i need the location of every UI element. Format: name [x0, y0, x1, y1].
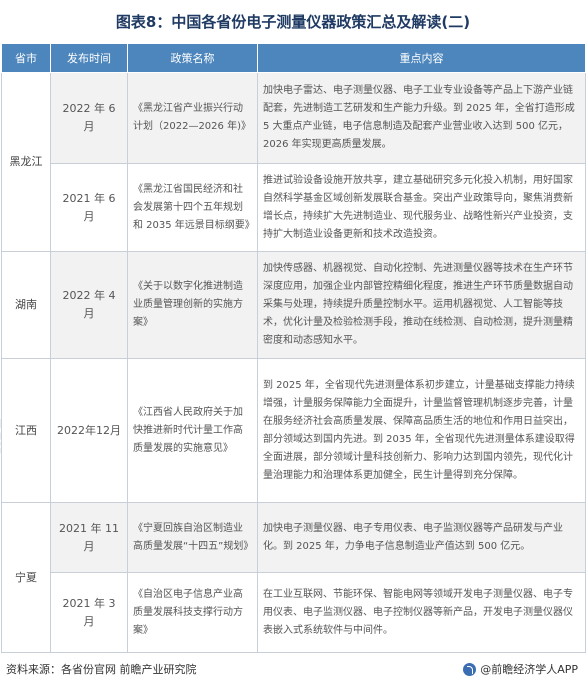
table-row: 黑龙江 2022 年 6 月 《黑龙江省产业振兴行动计划（2022—2026 年… [1, 72, 586, 252]
qianzhan-logo-icon [463, 662, 477, 676]
policy-name-cell: 《黑龙江省产业振兴行动计划（2022—2026 年)》 [127, 72, 258, 164]
brand-credit: @前瞻经济学人APP [463, 661, 578, 677]
header-policy-name: 政策名称 [127, 43, 258, 73]
table-row: 2021 年 3 月 《自治区电子信息产业高质量发展科技支撑行动方案》 在工业互… [2, 572, 586, 653]
content-cell: 到 2025 年，全省现代先进测量体系初步建立，计量基础支撑能力持续增强，计量服… [257, 358, 586, 503]
table-row: 宁夏 2021 年 11 月 《宁夏回族自治区制造业高质量发展“十四五”规划》 … [1, 502, 586, 653]
policy-name-cell: 《关于以数字化推进制造业质量管理创新的实施方案》 [127, 251, 258, 359]
province-cell: 宁夏 [1, 502, 51, 653]
province-cell: 江西 [1, 358, 51, 503]
source-note: 资料来源：各省份官网 前瞻产业研究院 [6, 663, 197, 676]
policy-name-cell: 《江西省人民政府关于加快推进新时代计量工作高质量发展的实施意见》 [127, 358, 258, 503]
chart-title: 图表8：中国各省份电子测量仪器政策汇总及解读(二) [115, 12, 471, 31]
date-cell: 2021 年 6 月 [50, 163, 128, 252]
header-date: 发布时间 [50, 43, 128, 73]
content-cell: 加快电子测量仪器、电子专用仪表、电子监测仪器等产品研发与产业化。到 2025 年… [257, 502, 586, 573]
brand-label: @前瞻经济学人APP [480, 663, 578, 676]
header-province: 省市 [1, 43, 51, 73]
table-row: 2021 年 6 月 《黑龙江省国民经济和社会发展第十四个五年规划和 2035 … [2, 163, 586, 252]
date-cell: 2021 年 3 月 [50, 572, 128, 653]
policy-name-cell: 《自治区电子信息产业高质量发展科技支撑行动方案》 [127, 572, 258, 653]
content-cell: 加快传感器、机器视觉、自动化控制、先进测量仪器等技术在生产环节深度应用，加强企业… [257, 251, 586, 359]
date-cell: 2022 年 4 月 [50, 251, 128, 359]
policy-name-cell: 《宁夏回族自治区制造业高质量发展“十四五”规划》 [127, 502, 258, 573]
policy-table: 省市 发布时间 政策名称 重点内容 黑龙江 2022 年 6 月 《黑龙江省产业… [1, 43, 586, 653]
table-row: 湖南 2022 年 4 月 《关于以数字化推进制造业质量管理创新的实施方案》 加… [1, 251, 586, 359]
content-cell: 加快电子雷达、电子测量仪器、电子工业专业设备等产品上下游产业链配套，先进制造工艺… [257, 72, 586, 164]
date-cell: 2021 年 11 月 [50, 502, 128, 573]
content-cell: 推进试验设备设施开放共享，建立基础研究多元化投入机制，用好国家自然科学基金区域创… [257, 163, 586, 252]
table-row: 江西 2022年12月 《江西省人民政府关于加快推进新时代计量工作高质量发展的实… [1, 358, 586, 503]
policy-name-cell: 《黑龙江省国民经济和社会发展第十四个五年规划和 2035 年远景目标纲要》 [127, 163, 258, 252]
content-cell: 在工业互联网、节能环保、智能电网等领域开发电子测量仪器、电子专用仪表、电子监测仪… [257, 572, 586, 653]
footer: 资料来源：各省份官网 前瞻产业研究院 @前瞻经济学人APP [0, 658, 586, 680]
date-cell: 2022 年 6 月 [50, 72, 128, 164]
table-header-row: 省市 发布时间 政策名称 重点内容 [1, 43, 586, 73]
date-cell: 2022年12月 [50, 358, 128, 503]
province-cell: 湖南 [1, 251, 51, 359]
header-key-content: 重点内容 [257, 43, 586, 73]
province-cell: 黑龙江 [1, 72, 51, 252]
